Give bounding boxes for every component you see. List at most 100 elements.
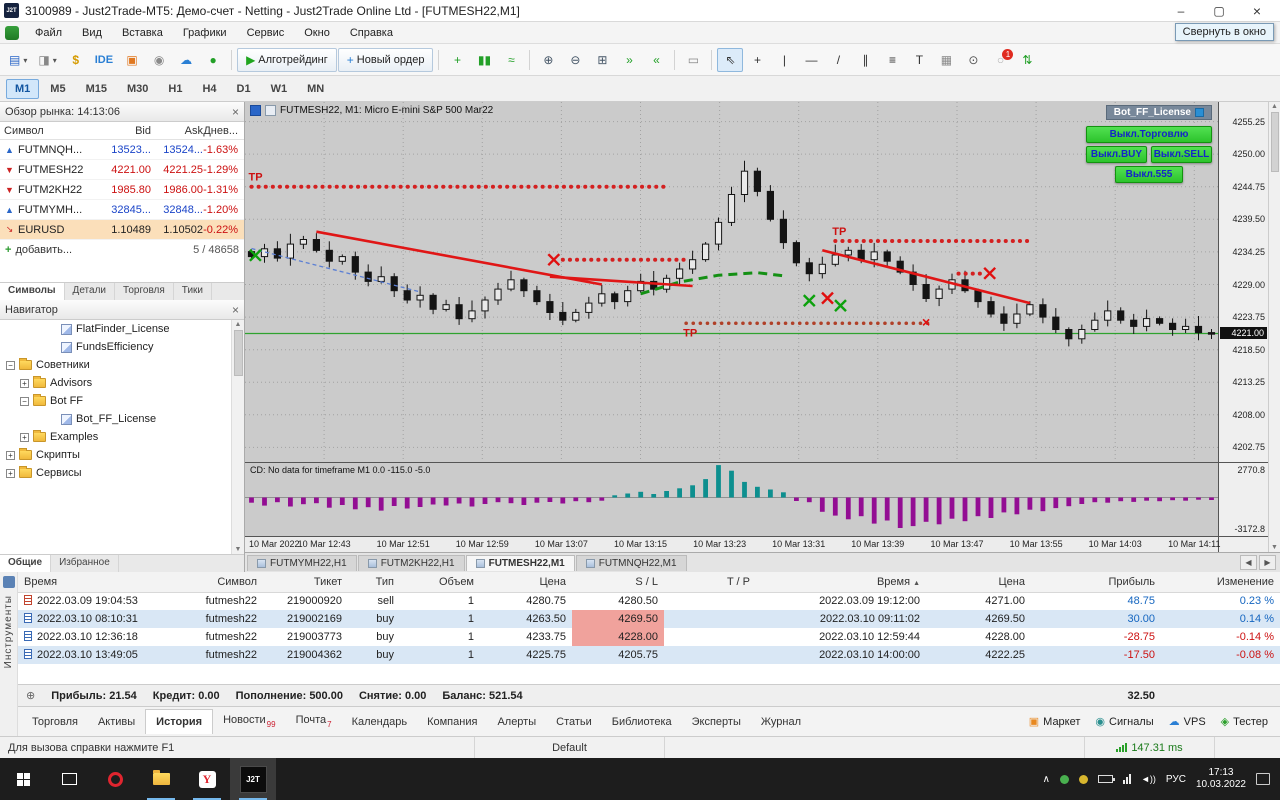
market-watch-close-icon[interactable]: × — [232, 105, 239, 119]
tree-item[interactable]: Bot_FF_License — [0, 410, 244, 428]
tester-button[interactable]: ◈ Тестер — [1221, 715, 1268, 729]
column-header-Тикет[interactable]: Тикет — [263, 572, 348, 593]
chart-shift-button[interactable]: » — [616, 48, 642, 72]
tray-expand-icon[interactable]: ∧ — [1043, 774, 1050, 785]
toolbox-tab-Статьи[interactable]: Статьи — [546, 710, 602, 734]
toolbox-tab-Алерты[interactable]: Алерты — [487, 710, 546, 734]
column-header-Символ[interactable]: Символ — [168, 572, 263, 593]
toolbox-tab-Журнал[interactable]: Журнал — [751, 710, 811, 734]
objects-button[interactable]: ▦ — [933, 48, 959, 72]
notifications-button[interactable]: ○ 1 — [987, 48, 1014, 72]
chart-scrollbar[interactable]: ▲ ▼ — [1268, 102, 1280, 552]
menu-item-Вид[interactable]: Вид — [72, 24, 112, 42]
trendline-button[interactable]: / — [825, 48, 851, 72]
zoom-out-button[interactable]: ⊖ — [562, 48, 588, 72]
toolbox-tab-История[interactable]: История — [145, 709, 214, 734]
toolbox-tab-Библиотека[interactable]: Библиотека — [602, 710, 682, 734]
cloud-button[interactable]: ☁ — [173, 48, 199, 72]
zoom-in-button[interactable]: ⊕ — [535, 48, 561, 72]
chart-tab-FUTMESH22,M1[interactable]: FUTMESH22,M1 — [465, 554, 575, 571]
column-header-Время[interactable]: Время — [18, 572, 168, 593]
menu-item-Окно[interactable]: Окно — [294, 24, 340, 42]
tree-item[interactable]: + Скрипты — [0, 446, 244, 464]
column-header[interactable]: Bid — [95, 125, 151, 137]
deposit-button[interactable]: $ — [63, 48, 89, 72]
start-button[interactable] — [0, 758, 46, 800]
market-watch-row[interactable]: ↘ EURUSD 1.10489 1.10502 -0.22% — [0, 220, 244, 240]
menu-item-Сервис[interactable]: Сервис — [237, 24, 295, 42]
timeframe-H1[interactable]: H1 — [159, 79, 191, 99]
disable-sell-button[interactable]: Выкл.SELL — [1151, 146, 1212, 163]
market-watch-tab-Тики[interactable]: Тики — [174, 283, 212, 300]
toolbox-side-strip[interactable]: Инструменты — [0, 572, 18, 736]
timeframe-M1[interactable]: M1 — [6, 78, 40, 99]
new-chart-button[interactable]: ▭ — [680, 48, 706, 72]
language-indicator[interactable]: РУС — [1166, 774, 1186, 785]
ide-button[interactable]: IDE — [90, 48, 118, 72]
tree-item[interactable]: FlatFinder_License — [0, 320, 244, 338]
auto-scroll-button[interactable]: « — [643, 48, 669, 72]
column-header-T / P[interactable]: T / P — [664, 572, 756, 593]
timeframe-M15[interactable]: M15 — [77, 79, 116, 99]
line-style-button[interactable]: ≈ — [498, 48, 524, 72]
toolbox-tab-Календарь[interactable]: Календарь — [342, 710, 418, 734]
channel-button[interactable]: ∥ — [852, 48, 878, 72]
crosshair-button[interactable]: + — [744, 48, 770, 72]
time-axis[interactable]: 10 Mar 2022 10 Mar 12:43 10 Mar 12:51 10 Ma… — [245, 536, 1220, 552]
vertical-line-button[interactable]: | — [771, 48, 797, 72]
timeframe-H4[interactable]: H4 — [193, 79, 225, 99]
history-deal-row[interactable]: 2022.03.09 19:04:53 futmesh22 219000920 sel… — [18, 592, 1280, 610]
horizontal-line-button[interactable]: — — [798, 48, 824, 72]
j2t-taskbar-button[interactable]: J2T — [230, 758, 276, 800]
toolbox-tab-Почта[interactable]: Почта7 — [286, 708, 342, 734]
timeframe-MN[interactable]: MN — [298, 79, 333, 99]
navigator-scrollbar[interactable]: ▲ ▼ — [231, 320, 244, 554]
chart-mode-dropdown[interactable]: ▤ — [4, 48, 32, 72]
timeframe-W1[interactable]: W1 — [262, 79, 297, 99]
new-order-button[interactable]: + Новый ордер — [337, 47, 434, 72]
market-watch-row[interactable]: ▼ FUTM2KH22 1985.80 1986.00 -1.31% — [0, 180, 244, 200]
navigator-tab-Избранное[interactable]: Избранное — [51, 555, 119, 572]
workspace-dropdown[interactable]: ◨ — [33, 48, 61, 72]
minimize-button[interactable] — [1162, 0, 1200, 21]
chart-tab-FUTMYMH22,H1[interactable]: FUTMYMH22,H1 — [247, 554, 357, 571]
market-watch-row[interactable]: ▲ FUTMYMH... 32845... 32848... -1.20% — [0, 200, 244, 220]
opera-taskbar-button[interactable] — [92, 758, 138, 800]
toolbox-tab-Компания[interactable]: Компания — [417, 710, 487, 734]
disable-555-button[interactable]: Выкл.555 — [1115, 166, 1183, 183]
antivirus-tray-icon[interactable] — [1060, 774, 1069, 784]
tree-item[interactable]: + Сервисы — [0, 464, 244, 482]
scrollbar-thumb[interactable] — [233, 330, 243, 376]
close-button[interactable] — [1238, 0, 1276, 21]
disable-buy-button[interactable]: Выкл.BUY — [1086, 146, 1147, 163]
market-watch-tab-Символы[interactable]: Символы — [0, 283, 65, 300]
algo-trading-button[interactable]: ▶ Алготрейдинг — [237, 47, 337, 72]
explorer-taskbar-button[interactable] — [138, 758, 184, 800]
community-button[interactable]: ● — [200, 48, 226, 72]
column-header[interactable]: Ask — [151, 125, 203, 137]
toolbox-tab-Новости[interactable]: Новости99 — [213, 708, 286, 734]
expand-icon[interactable]: + — [6, 450, 15, 460]
expand-icon[interactable]: + — [6, 468, 15, 478]
column-header-Время[interactable]: Время ▲ — [756, 572, 926, 593]
tree-item[interactable]: FundsEfficiency — [0, 338, 244, 356]
bars-style-button[interactable]: ▮▮ — [471, 48, 497, 72]
market-button[interactable]: ▣ Маркет — [1029, 715, 1081, 729]
connection-status[interactable]: 147.31 ms — [1084, 737, 1214, 758]
tree-item[interactable]: + Advisors — [0, 374, 244, 392]
column-header[interactable]: Символ — [0, 125, 95, 137]
toolbox-tab-Эксперты[interactable]: Эксперты — [682, 710, 751, 734]
column-header-Цена[interactable]: Цена — [480, 572, 572, 593]
tray-app-icon[interactable] — [1079, 774, 1088, 784]
signals-button[interactable]: ◉ Сигналы — [1095, 715, 1153, 729]
history-deal-row[interactable]: 2022.03.10 08:10:31 futmesh22 219002169 buy… — [18, 610, 1280, 628]
expand-icon[interactable]: + — [20, 378, 29, 388]
indicator-pane[interactable]: CD: No data for timeframe M1 0.0 -115.0 … — [245, 462, 1218, 536]
search-button[interactable]: ⊙ — [960, 48, 986, 72]
column-header-Тип[interactable]: Тип — [348, 572, 400, 593]
volume-icon[interactable]: ◄)) — [1141, 774, 1156, 784]
scrollbar-thumb[interactable] — [1270, 112, 1279, 172]
column-header-Объем[interactable]: Объем — [400, 572, 480, 593]
history-deal-row[interactable]: 2022.03.10 12:36:18 futmesh22 219003773 buy… — [18, 628, 1280, 646]
menu-item-Вставка[interactable]: Вставка — [112, 24, 173, 42]
